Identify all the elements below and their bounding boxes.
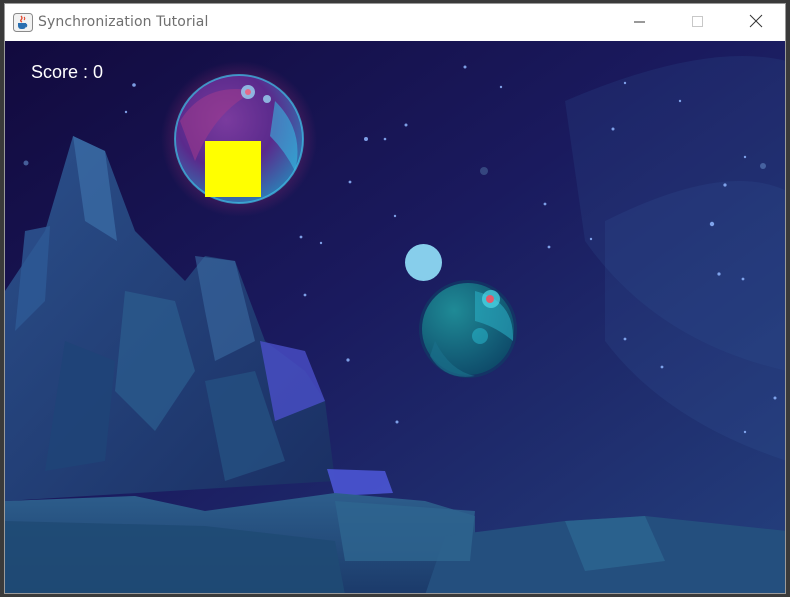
java-cup-icon <box>13 13 33 32</box>
ball <box>405 244 442 281</box>
game-canvas[interactable]: Score : 0 <box>5 41 785 593</box>
space-background <box>5 41 785 593</box>
player-square[interactable] <box>205 141 261 197</box>
maximize-icon <box>692 13 704 32</box>
title-bar[interactable]: Synchronization Tutorial <box>5 4 785 41</box>
minimize-button[interactable] <box>611 4 669 41</box>
close-icon <box>749 13 763 32</box>
minimize-icon <box>634 13 646 32</box>
app-window: Synchronization Tutorial Score: 0 <box>4 3 786 594</box>
close-button[interactable] <box>727 4 785 41</box>
window-title: Synchronization Tutorial <box>38 14 209 30</box>
score-label: Score : 0 <box>31 62 104 82</box>
maximize-button[interactable] <box>669 4 727 41</box>
